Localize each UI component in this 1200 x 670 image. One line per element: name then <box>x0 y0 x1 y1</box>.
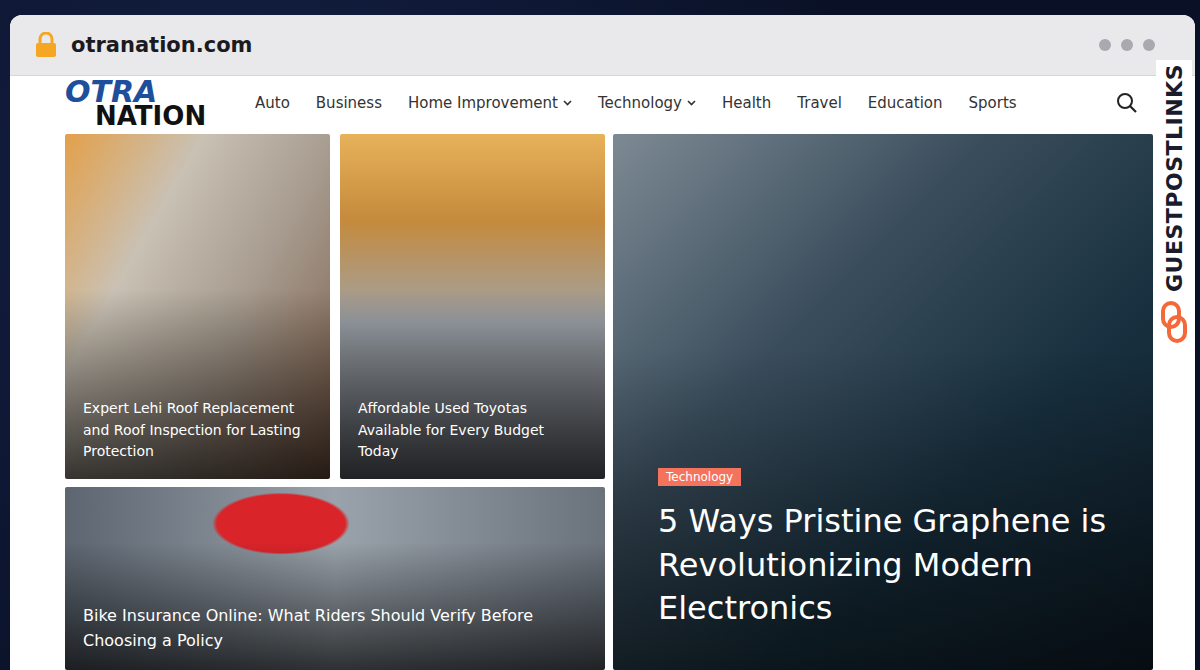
nav-item[interactable]: Sports <box>969 94 1017 112</box>
nav-item[interactable]: Home Improvement <box>408 94 572 112</box>
tile-row: Expert Lehi Roof Replacement and Roof In… <box>65 134 605 479</box>
window-controls <box>1099 39 1155 51</box>
search-icon[interactable] <box>1116 92 1138 114</box>
nav-item[interactable]: Technology <box>598 94 696 112</box>
watermark-text: GUESTPOSTLINKS <box>1162 64 1187 292</box>
post-grid: Expert Lehi Roof Replacement and Roof In… <box>65 130 1150 670</box>
url-text[interactable]: otranation.com <box>71 33 252 57</box>
nav-item[interactable]: Auto <box>255 94 290 112</box>
logo-top: OTRA <box>65 78 255 105</box>
main-nav: Auto Business Home Improvement Technolog… <box>255 94 1017 112</box>
chevron-down-icon <box>563 100 572 106</box>
featured-title[interactable]: 5 Ways Pristine Graphene is Revolutioniz… <box>658 500 1113 630</box>
web-page: OTRA NATION Auto Business Home Improveme… <box>10 76 1195 670</box>
nav-item[interactable]: Travel <box>797 94 842 112</box>
window-dot[interactable] <box>1099 39 1111 51</box>
nav-item[interactable]: Health <box>722 94 771 112</box>
post-title[interactable]: Expert Lehi Roof Replacement and Roof In… <box>83 398 312 463</box>
post-title[interactable]: Affordable Used Toyotas Available for Ev… <box>358 398 587 463</box>
watermark: GUESTPOSTLINKS <box>1156 60 1192 348</box>
chevron-down-icon <box>687 100 696 106</box>
category-badge[interactable]: Technology <box>658 468 741 486</box>
address-bar: otranation.com <box>10 15 1195 76</box>
nav-item[interactable]: Business <box>316 94 382 112</box>
browser-window: otranation.com OTRA NATION Auto Business… <box>10 15 1195 670</box>
featured-post[interactable]: Technology 5 Ways Pristine Graphene is R… <box>613 134 1153 670</box>
left-column: Expert Lehi Roof Replacement and Roof In… <box>65 134 605 670</box>
post-title[interactable]: Bike Insurance Online: What Riders Shoul… <box>83 604 587 654</box>
stage: otranation.com OTRA NATION Auto Business… <box>0 0 1200 670</box>
logo-bottom: NATION <box>65 105 255 128</box>
chain-link-icon <box>1159 300 1189 344</box>
post-tile[interactable]: Expert Lehi Roof Replacement and Roof In… <box>65 134 330 479</box>
site-logo[interactable]: OTRA NATION <box>65 78 255 128</box>
lock-icon <box>35 32 57 58</box>
site-header: OTRA NATION Auto Business Home Improveme… <box>65 76 1150 130</box>
post-tile-wide[interactable]: Bike Insurance Online: What Riders Shoul… <box>65 487 605 670</box>
window-dot[interactable] <box>1143 39 1155 51</box>
window-dot[interactable] <box>1121 39 1133 51</box>
nav-item[interactable]: Education <box>868 94 943 112</box>
post-tile[interactable]: Affordable Used Toyotas Available for Ev… <box>340 134 605 479</box>
